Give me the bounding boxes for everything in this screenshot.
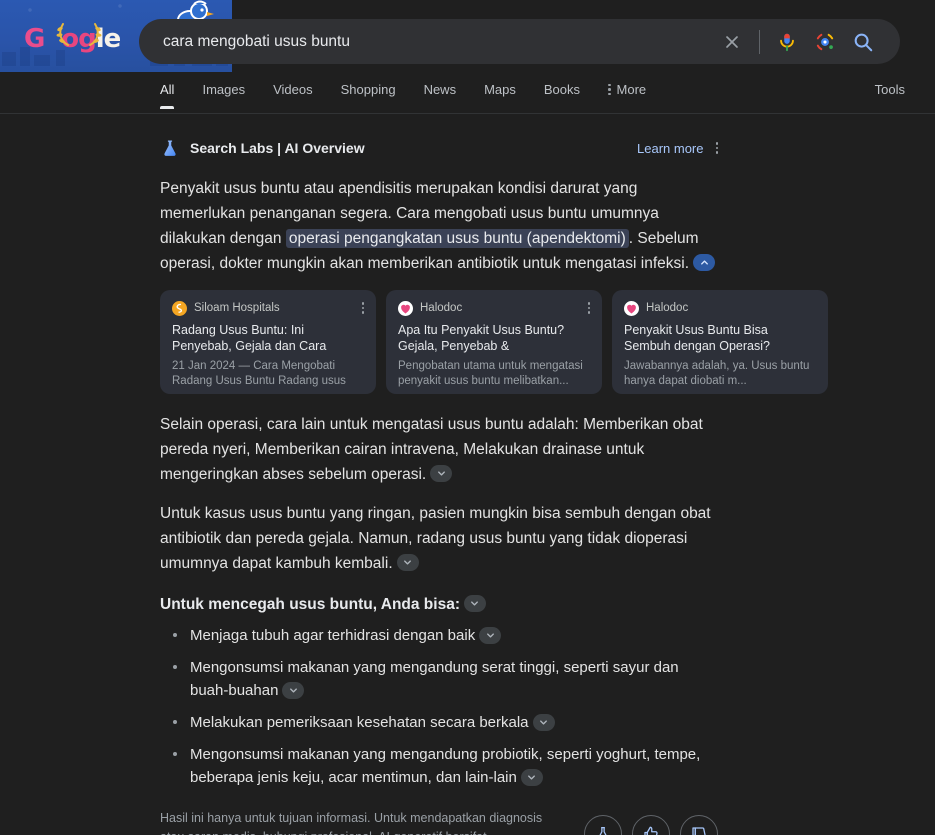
card-source: Halodoc [420, 302, 463, 314]
expand-chevron-down[interactable] [396, 554, 419, 572]
source-card[interactable]: Halodoc Penyakit Usus Buntu Bisa Sembuh … [612, 290, 828, 394]
list-item-text: Mengonsumsi makanan yang mengandung sera… [190, 659, 679, 699]
card-title: Apa Itu Penyakit Usus Buntu? Gejala, Pen… [398, 323, 565, 353]
ai-overview-header-actions: Learn more [637, 141, 718, 156]
learn-more-link[interactable]: Learn more [637, 141, 703, 156]
list-item-text: Mengonsumsi makanan yang mengandung prob… [190, 746, 701, 786]
card-header: Halodoc [398, 300, 590, 316]
list-item: Mengonsumsi makanan yang mengandung sera… [166, 656, 718, 702]
source-card[interactable]: Siloam Hospitals Radang Usus Buntu: Ini … [160, 290, 376, 394]
thumbs-down-button[interactable] [680, 815, 718, 835]
list-item: Menjaga tubuh agar terhidrasi dengan bai… [166, 624, 718, 647]
ai-overview-header: Search Labs | AI Overview Learn more [160, 136, 718, 160]
search-bar-icons [713, 23, 900, 61]
source-cards-carousel[interactable]: Siloam Hospitals Radang Usus Buntu: Ini … [160, 290, 828, 394]
logo-letter-G: G [24, 24, 45, 54]
more-label: More [616, 82, 647, 97]
tab-books[interactable]: Books [544, 72, 580, 109]
expand-chevron-down[interactable] [282, 681, 305, 699]
prevention-list: Menjaga tubuh agar terhidrasi dengan bai… [166, 624, 718, 789]
list-item-text: Melakukan pemeriksaan kesehatan secara b… [190, 714, 529, 731]
expand-chevron-down[interactable] [479, 626, 502, 644]
search-input[interactable] [139, 32, 713, 51]
search-divider [759, 29, 760, 54]
laurel-wreath-icon [56, 23, 102, 46]
prevention-list-heading: Untuk mencegah usus buntu, Anda bisa: [160, 595, 718, 614]
card-snippet: Jawabannya adalah, ya. Usus buntu hanya … [624, 360, 810, 387]
tab-all[interactable]: All [160, 72, 175, 109]
microphone-icon[interactable] [768, 23, 806, 61]
paragraph-3-text: Untuk kasus usus buntu yang ringan, pasi… [160, 505, 711, 572]
expand-chevron-down[interactable] [520, 768, 543, 786]
list-item: Mengonsumsi makanan yang mengandung prob… [166, 743, 718, 789]
paragraph-1-highlight[interactable]: operasi pengangkatan usus buntu (apendek… [285, 229, 629, 248]
collapse-chevron-up[interactable] [693, 254, 715, 272]
card-header: Siloam Hospitals [172, 300, 364, 316]
list-item: Melakukan pemeriksaan kesehatan secara b… [166, 711, 718, 734]
main-content: Search Labs | AI Overview Learn more Pen… [0, 114, 935, 835]
flask-icon [164, 140, 176, 156]
tab-images[interactable]: Images [202, 72, 245, 109]
list-item-text: Menjaga tubuh agar terhidrasi dengan bai… [190, 627, 476, 644]
halodoc-favicon [624, 300, 639, 316]
kebab-menu-icon [608, 83, 611, 96]
ai-overview-paragraph-3: Untuk kasus usus buntu yang ringan, pasi… [160, 501, 718, 576]
expand-chevron-down[interactable] [430, 465, 453, 483]
search-labs-button[interactable] [584, 815, 622, 835]
tab-news[interactable]: News [424, 72, 457, 109]
card-title: Radang Usus Buntu: Ini Penyebab, Gejala … [172, 323, 327, 353]
kebab-menu-icon[interactable] [361, 302, 364, 314]
tab-videos[interactable]: Videos [273, 72, 313, 109]
page-header: Google [0, 0, 935, 72]
tab-maps[interactable]: Maps [484, 72, 516, 109]
card-source: Siloam Hospitals [194, 302, 280, 314]
kebab-menu-icon[interactable] [715, 142, 718, 154]
thumbs-up-button[interactable] [632, 815, 670, 835]
card-snippet: 21 Jan 2024 — Cara Mengobati Radang Usus… [172, 360, 346, 387]
halodoc-favicon [398, 300, 413, 316]
card-source: Halodoc [646, 302, 689, 314]
search-nav-bar: All Images Videos Shopping News Maps Boo… [0, 72, 935, 114]
expand-chevron-down[interactable] [532, 713, 555, 731]
expand-chevron-down[interactable] [463, 595, 486, 613]
search-bar[interactable] [139, 19, 900, 64]
google-lens-icon[interactable] [806, 23, 844, 61]
tools-button[interactable]: Tools [875, 72, 905, 109]
close-icon[interactable] [713, 23, 751, 61]
nav-inner: All Images Videos Shopping News Maps Boo… [160, 72, 905, 114]
ai-overview-paragraph-2: Selain operasi, cara lain untuk mengatas… [160, 412, 718, 487]
more-menu-button[interactable]: More [608, 72, 646, 109]
ai-overview-title: Search Labs | AI Overview [190, 140, 365, 156]
list-heading-text: Untuk mencegah usus buntu, Anda bisa: [160, 596, 460, 613]
source-card[interactable]: Halodoc Apa Itu Penyakit Usus Buntu? Gej… [386, 290, 602, 394]
disclaimer-text: Hasil ini hanya untuk tujuan informasi. … [160, 811, 543, 835]
logo-letter-e: e [103, 24, 122, 54]
siloam-favicon [172, 300, 187, 316]
ai-overview-panel: Search Labs | AI Overview Learn more Pen… [160, 136, 828, 835]
card-snippet: Pengobatan utama untuk mengatasi penyaki… [398, 360, 583, 387]
kebab-menu-icon[interactable] [587, 302, 590, 314]
footer-actions [584, 809, 718, 835]
card-header: Halodoc [624, 300, 816, 316]
card-title: Penyakit Usus Buntu Bisa Sembuh dengan O… [624, 323, 770, 353]
tab-shopping[interactable]: Shopping [341, 72, 396, 109]
ai-overview-footer: Hasil ini hanya untuk tujuan informasi. … [160, 809, 718, 835]
search-icon[interactable] [844, 23, 882, 61]
ai-overview-paragraph-1: Penyakit usus buntu atau apendisitis mer… [160, 176, 718, 276]
